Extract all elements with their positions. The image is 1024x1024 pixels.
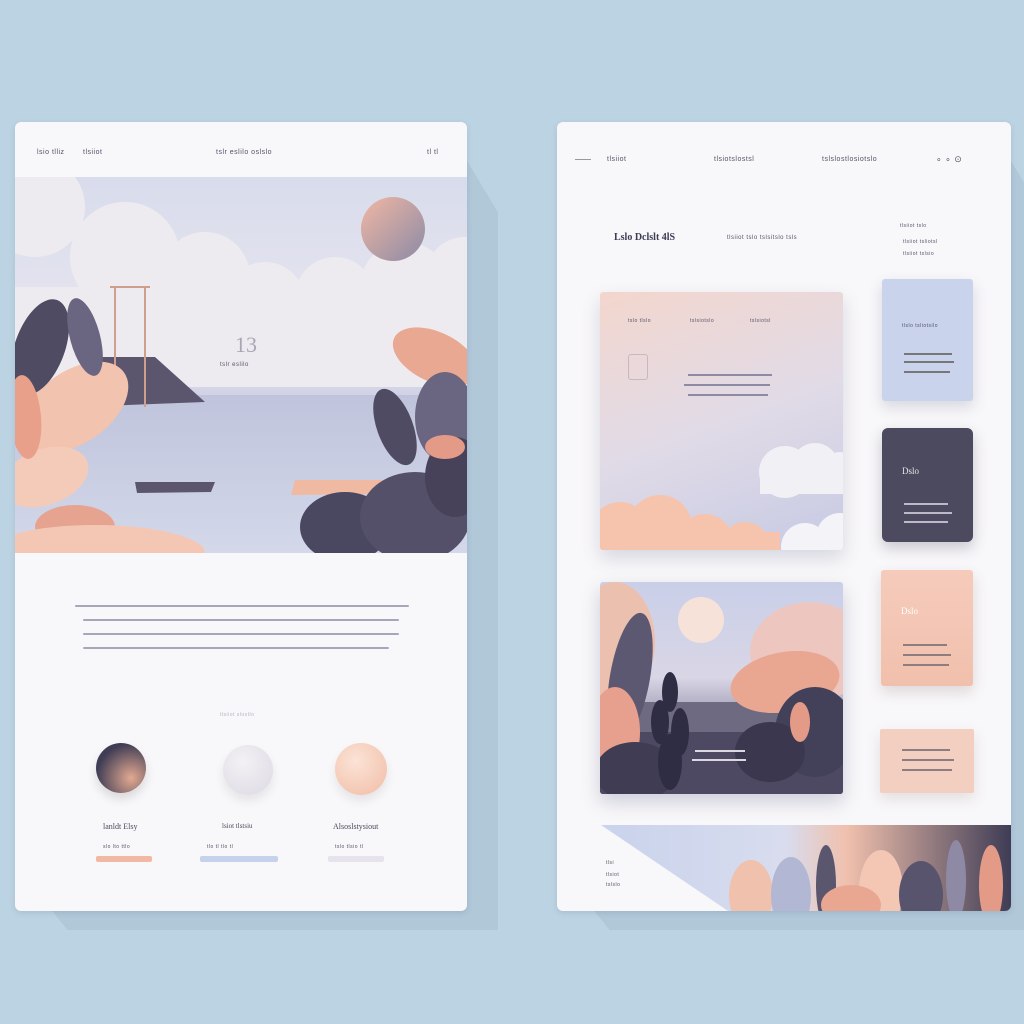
feature-button[interactable] — [328, 856, 384, 862]
feature-label: tslo tlslo — [628, 318, 652, 324]
nav-icons[interactable]: ∘ ∘ ⊙ — [936, 154, 962, 165]
card-text-line — [904, 361, 954, 363]
feature-button[interactable] — [96, 856, 152, 862]
meta-line: tlsiiot tsliotsl — [903, 239, 938, 245]
hero-number: 13 — [235, 332, 257, 357]
card-text-line — [688, 374, 772, 376]
hero-illustration: 13 tslr eslilo — [15, 157, 467, 581]
feature-label: tslsiotsl — [750, 318, 771, 324]
cloud-icon — [600, 443, 843, 550]
card-text-line — [904, 353, 952, 355]
nav-link-1[interactable]: lsio tlliz — [37, 149, 65, 156]
landscape-card[interactable] — [600, 582, 843, 794]
side-card-peach[interactable]: Dslo — [881, 570, 973, 686]
feature-button-label[interactable]: slo lto ttlo — [103, 844, 130, 850]
sun-icon — [361, 197, 425, 261]
left-page-mockup: lsio tlliz tlsiiot tslr eslilo oslslo tl… — [15, 122, 467, 911]
meta-line: tlsiiot tslo — [900, 223, 927, 229]
side-card-title: Dslo — [902, 466, 920, 476]
bottom-text: tlsi — [606, 860, 615, 866]
right-page-mockup: tlsiiot tlsiotslostsl tslslostlosiotslo … — [557, 122, 1011, 911]
card-text-line — [904, 521, 948, 523]
feature-title: lanldt Elsy — [103, 822, 138, 831]
side-card-lavender[interactable]: tlslo tsliotsilo — [882, 279, 973, 401]
circle-icon — [335, 743, 387, 795]
meta-line: tlsiiot tslsio — [903, 251, 935, 257]
card-chip — [628, 354, 648, 380]
brand-title: Lslo Dclslt 4lS — [614, 232, 676, 243]
landscape-svg — [600, 582, 843, 794]
nav-item-2[interactable]: tlsiotslostsl — [714, 156, 754, 163]
bottom-text: tlsiot — [606, 872, 620, 878]
side-card-dark[interactable]: Dslo — [882, 428, 973, 542]
banner-foliage-svg — [729, 840, 1003, 911]
feature-button[interactable] — [200, 856, 278, 862]
circle-icon — [223, 745, 273, 795]
card-text-line — [902, 769, 952, 771]
card-text-line — [684, 384, 770, 386]
card-text-line — [695, 750, 745, 752]
bottom-banner — [601, 825, 1011, 911]
nav-item-1[interactable]: tlsiiot — [607, 156, 626, 163]
plant-icon — [729, 840, 1003, 911]
body-paragraph — [75, 605, 409, 661]
card-text-line — [902, 759, 954, 761]
card-text-line — [904, 512, 952, 514]
side-card-title: Dslo — [901, 606, 919, 616]
nav-center[interactable]: tslr eslilo oslslo — [216, 149, 272, 156]
feature-card[interactable]: tslo tlslo tslsiotslo tslsiotsl — [600, 292, 843, 550]
feature-title: Alsoslstysiout — [333, 822, 379, 831]
card-text-line — [692, 759, 746, 761]
card-text-line — [904, 503, 948, 505]
feature-label: tslsiotslo — [690, 318, 715, 324]
feature-title: lsiot tlstsiu — [222, 822, 253, 830]
card-text-line — [903, 644, 947, 646]
card-text-line — [902, 749, 950, 751]
bottom-text: tslslo — [606, 882, 621, 888]
side-card-title: tlslo tsliotsilo — [902, 323, 939, 329]
feature-button-label[interactable]: tlo tl tlo tl — [207, 844, 233, 850]
nav-right[interactable]: tl tl — [427, 149, 438, 156]
section-label: tlsiiot slostlo — [220, 712, 255, 718]
card-text-line — [903, 654, 951, 656]
circle-icon — [96, 743, 146, 793]
card-text-line — [904, 371, 950, 373]
nav-item-3[interactable]: tslslostlosiotslo — [822, 156, 877, 163]
menu-line — [575, 159, 591, 160]
card-text-line — [688, 394, 768, 396]
card-text-line — [903, 664, 949, 666]
sun-icon — [678, 597, 724, 643]
nav-link-2[interactable]: tlsiiot — [83, 149, 102, 156]
tagline: tlsiiot tslo tslsitslo tsls — [727, 235, 798, 241]
side-card-small[interactable] — [880, 729, 974, 793]
hero-caption: tslr eslilo — [220, 362, 249, 368]
feature-button-label[interactable]: tslo tlsio tl — [335, 844, 363, 850]
